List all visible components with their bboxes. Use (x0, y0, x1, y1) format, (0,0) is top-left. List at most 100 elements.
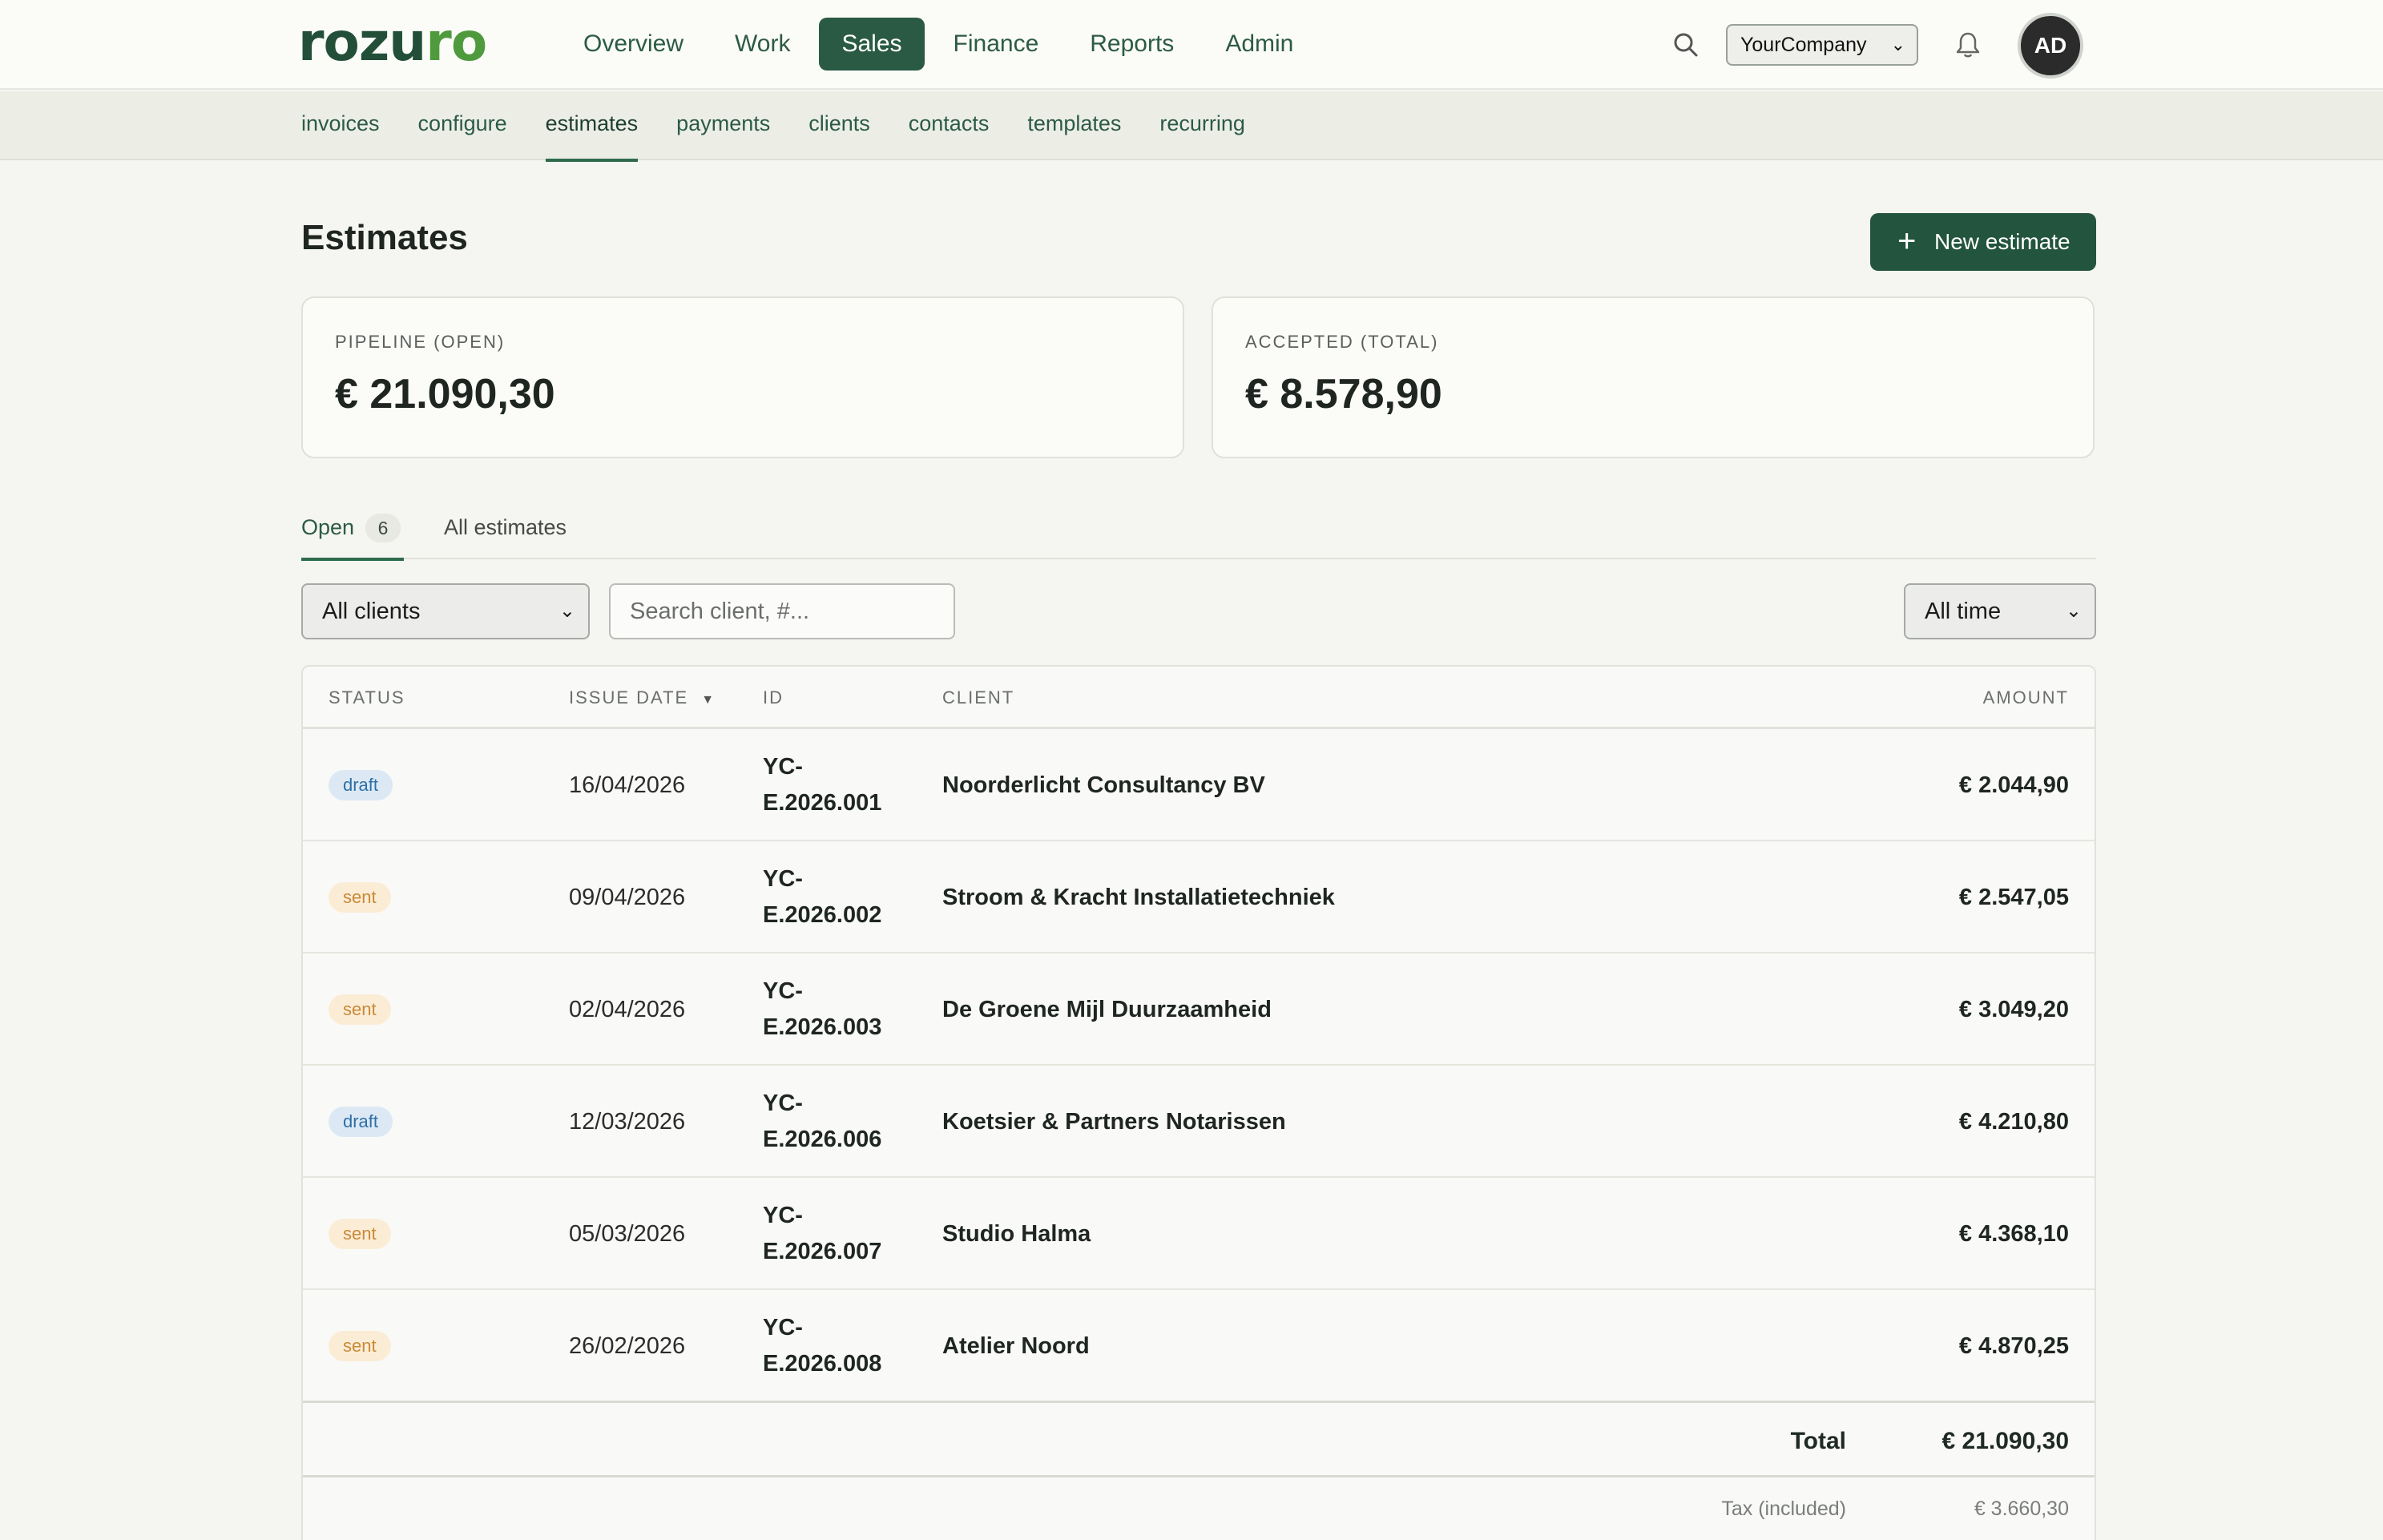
accepted-value: € 8.578,90 (1245, 371, 1442, 417)
subnav-recurring[interactable]: recurring (1159, 91, 1245, 160)
issue-date: 09/04/2026 (569, 884, 686, 910)
pipeline-value: € 21.090,30 (335, 371, 555, 417)
estimate-id: YC- E.2026.006 (763, 1066, 923, 1178)
tab-all-estimates[interactable]: All estimates (444, 506, 567, 559)
issue-date: 26/02/2026 (569, 1332, 686, 1359)
subnav-contacts[interactable]: contacts (909, 91, 990, 160)
subnav-templates[interactable]: templates (1027, 91, 1121, 160)
table-row[interactable]: sent 05/03/2026 YC- E.2026.007 Studio Hal… (303, 1178, 2095, 1290)
estimate-id-number: E.2026.008 (763, 1351, 882, 1377)
estimate-id-prefix: YC- (763, 1090, 803, 1116)
table-row[interactable]: sent 26/02/2026 YC- E.2026.008 Atelier No… (303, 1290, 2095, 1402)
nav-sales[interactable]: Sales (819, 18, 925, 71)
subnav-configure[interactable]: configure (418, 91, 507, 160)
estimate-id-prefix: YC- (763, 1203, 803, 1228)
estimate-id-prefix: YC- (763, 1315, 803, 1340)
new-estimate-label: New estimate (1934, 229, 2071, 254)
avatar[interactable]: AD (2018, 13, 2083, 79)
estimates-table: STATUS ISSUE DATE ▼ ID CLIENT AMOUNT draf… (301, 665, 2096, 1540)
amount: € 2.547,05 (1958, 884, 2069, 910)
estimate-tabs: Open 6 All estimates (301, 506, 2096, 561)
logo-text: rozu (298, 11, 426, 73)
client-name: Noorderlicht Consultancy BV (942, 772, 1265, 798)
table-row[interactable]: sent 02/04/2026 YC- E.2026.003 De Groene … (303, 953, 2095, 1066)
subnav-clients[interactable]: clients (808, 91, 870, 160)
client-name: De Groene Mijl Duurzaamheid (942, 996, 1272, 1022)
client-name: Stroom & Kracht Installatietechniek (942, 884, 1335, 910)
top-bar: rozuro Overview Work Sales Finance Repor… (0, 0, 2383, 90)
main-nav: Overview Work Sales Finance Reports Admi… (561, 18, 1322, 72)
estimate-id-number: E.2026.007 (763, 1239, 882, 1264)
client-filter-select[interactable]: All clients ⌄ (301, 583, 590, 639)
table-tax-row: Tax (included) € 3.660,30 (303, 1478, 2095, 1540)
total-value: € 21.090,30 (1941, 1428, 2069, 1454)
column-id: ID (763, 687, 784, 708)
estimate-id: YC- E.2026.001 (763, 729, 923, 841)
estimate-id: YC- E.2026.002 (763, 841, 923, 953)
amount: € 3.049,20 (1958, 996, 2069, 1022)
issue-date: 05/03/2026 (569, 1220, 686, 1247)
client-name: Atelier Noord (942, 1332, 1090, 1359)
page-title: Estimates (301, 218, 468, 257)
status-badge: sent (329, 1331, 391, 1361)
estimate-id-prefix: YC- (763, 866, 803, 892)
nav-finance[interactable]: Finance (931, 18, 1062, 71)
bell-icon[interactable] (1955, 30, 1981, 59)
sub-nav: invoices configure estimates payments cl… (0, 91, 2383, 162)
tax-value: € 3.660,30 (1974, 1498, 2069, 1520)
status-badge: draft (329, 770, 393, 800)
subnav-payments[interactable]: payments (676, 91, 770, 160)
app-logo[interactable]: rozuro (298, 11, 487, 73)
total-label: Total (1790, 1428, 1846, 1454)
chevron-down-icon: ⌄ (558, 600, 575, 622)
chevron-down-icon: ⌄ (2065, 600, 2082, 622)
table-total-row: Total € 21.090,30 (303, 1401, 2095, 1478)
table-header: STATUS ISSUE DATE ▼ ID CLIENT AMOUNT (303, 667, 2095, 729)
tab-open-label: Open (301, 515, 355, 539)
column-amount: AMOUNT (1982, 687, 2069, 708)
nav-admin[interactable]: Admin (1203, 18, 1316, 71)
client-name: Koetsier & Partners Notarissen (942, 1108, 1286, 1135)
client-name: Studio Halma (942, 1220, 1091, 1247)
estimate-id-prefix: YC- (763, 978, 803, 1004)
issue-date: 02/04/2026 (569, 996, 686, 1022)
nav-overview[interactable]: Overview (561, 18, 706, 71)
time-filter-select[interactable]: All time ⌄ (1904, 583, 2096, 639)
subnav-invoices[interactable]: invoices (301, 91, 380, 160)
estimate-id-number: E.2026.006 (763, 1127, 882, 1152)
table-row[interactable]: draft 12/03/2026 YC- E.2026.006 Koetsier … (303, 1066, 2095, 1178)
estimate-id-prefix: YC- (763, 754, 803, 780)
estimate-id: YC- E.2026.008 (763, 1290, 923, 1402)
status-badge: sent (329, 882, 391, 913)
estimate-id-number: E.2026.001 (763, 790, 882, 816)
nav-work[interactable]: Work (712, 18, 812, 71)
table-row[interactable]: draft 16/04/2026 YC- E.2026.001 Noorderli… (303, 729, 2095, 841)
tab-open[interactable]: Open 6 (301, 506, 404, 561)
column-issue-date[interactable]: ISSUE DATE ▼ (569, 667, 716, 729)
search-input[interactable] (609, 583, 955, 639)
search-icon[interactable] (1670, 29, 1702, 61)
status-badge: sent (329, 994, 391, 1025)
status-badge: sent (329, 1219, 391, 1249)
column-status: STATUS (329, 687, 405, 708)
estimate-id: YC- E.2026.007 (763, 1178, 923, 1290)
nav-reports[interactable]: Reports (1067, 18, 1196, 71)
new-estimate-button[interactable]: + New estimate (1870, 213, 2096, 271)
column-issue-date-label: ISSUE DATE (569, 687, 689, 708)
table-row[interactable]: sent 09/04/2026 YC- E.2026.002 Stroom & K… (303, 841, 2095, 953)
logo-accent: ro (425, 11, 487, 73)
subnav-estimates[interactable]: estimates (545, 91, 638, 162)
chevron-down-icon: ⌄ (1890, 34, 1905, 54)
amount: € 4.368,10 (1958, 1220, 2069, 1247)
company-select[interactable]: YourCompany ⌄ (1726, 24, 1918, 66)
estimate-id-number: E.2026.002 (763, 902, 882, 928)
estimate-id: YC- E.2026.003 (763, 953, 923, 1066)
amount: € 2.044,90 (1958, 772, 2069, 798)
sort-desc-icon: ▼ (701, 693, 716, 707)
open-count-badge: 6 (365, 514, 401, 542)
issue-date: 12/03/2026 (569, 1108, 686, 1135)
time-filter-value: All time (1925, 599, 2002, 624)
status-badge: draft (329, 1107, 393, 1137)
amount: € 4.870,25 (1958, 1332, 2069, 1359)
amount: € 4.210,80 (1958, 1108, 2069, 1135)
